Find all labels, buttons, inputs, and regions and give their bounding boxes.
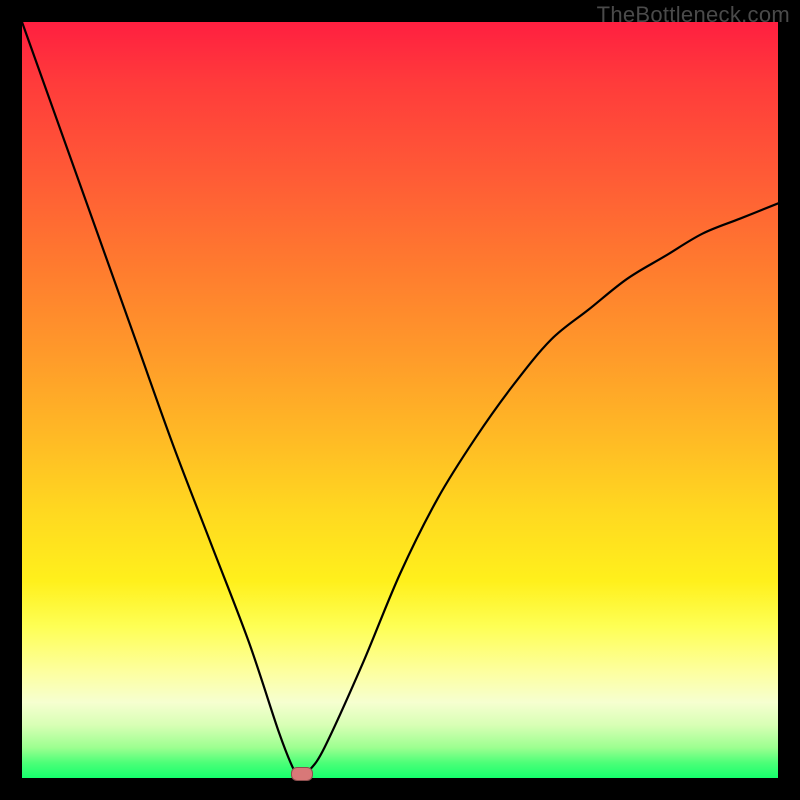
curve-layer [22, 22, 778, 778]
plot-area [22, 22, 778, 778]
chart-frame: TheBottleneck.com [0, 0, 800, 800]
v-curve-path [22, 22, 778, 778]
watermark-text: TheBottleneck.com [597, 2, 790, 28]
v-curve [22, 22, 778, 778]
minimum-marker [291, 767, 313, 781]
